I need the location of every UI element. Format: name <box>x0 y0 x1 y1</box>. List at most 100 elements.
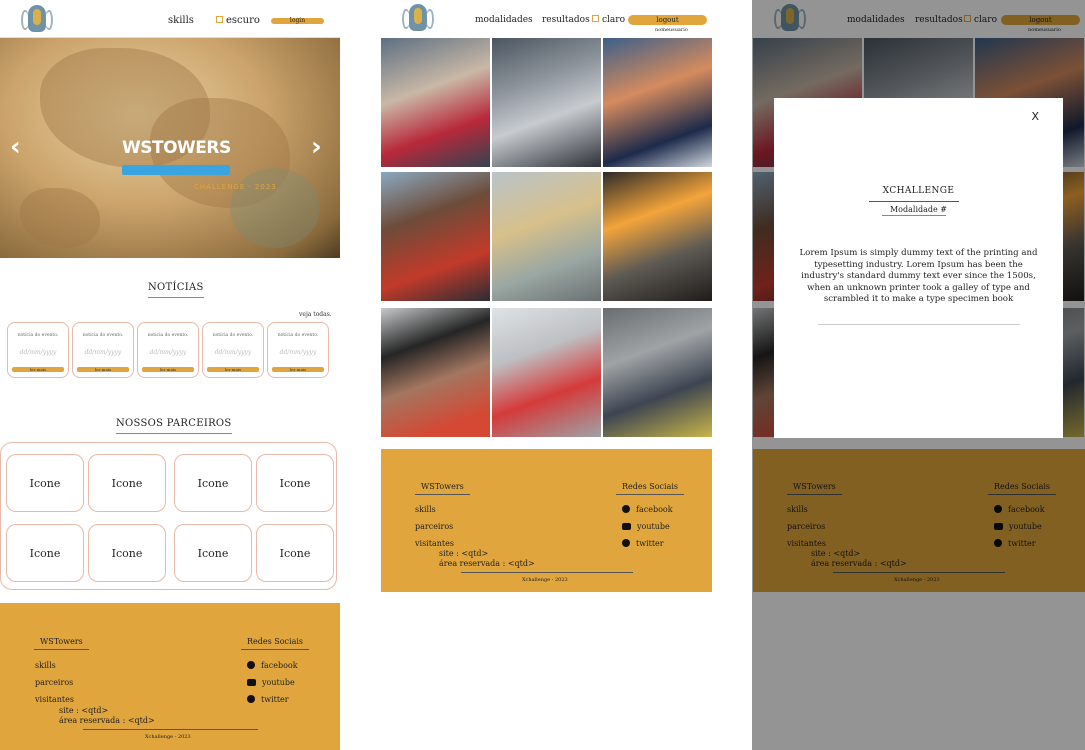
read-more-button[interactable]: ler mais <box>272 367 324 372</box>
footer-social-title: Redes Sociais <box>241 637 310 650</box>
partner-icon-card[interactable]: Icone <box>174 524 252 582</box>
modal-title-underline <box>869 201 959 202</box>
read-more-button[interactable]: ler mais <box>207 367 259 372</box>
gallery-photo[interactable] <box>492 172 601 301</box>
hero-carousel: ‹ › WSTOWERS CHALLENGE · 2023 <box>0 38 340 258</box>
partner-icon-card[interactable]: Icone <box>6 454 84 512</box>
logo-icon[interactable] <box>21 4 53 34</box>
partners-title: NOSSOS PARCEIROS <box>116 418 232 434</box>
theme-toggle[interactable]: claro <box>592 15 625 25</box>
footer-link-parceiros[interactable]: parceiros <box>35 678 73 687</box>
social-twitter-label: twitter <box>261 695 289 704</box>
social-facebook-label: facebook <box>636 505 673 514</box>
modality-modal: X XCHALLENGE Modalidade # Lorem Ipsum is… <box>774 98 1063 438</box>
visitor-count-reserved: área reservada : <qtd> <box>59 716 155 725</box>
facebook-icon <box>247 661 255 669</box>
twitter-icon <box>247 695 255 703</box>
nav-skills[interactable]: skills <box>168 15 194 26</box>
news-card-date: dd/mm/yyyy <box>279 349 317 356</box>
read-more-button[interactable]: ler mais <box>12 367 64 372</box>
footer-link-skills[interactable]: skills <box>35 661 56 670</box>
news-card-date: dd/mm/yyyy <box>149 349 187 356</box>
news-card: notícia do evento. dd/mm/yyyy ler mais <box>7 322 69 378</box>
social-facebook-label: facebook <box>261 661 298 670</box>
partner-icon-card[interactable]: Icone <box>256 454 334 512</box>
gallery-photo[interactable] <box>492 308 601 437</box>
chevron-left-icon[interactable]: ‹ <box>10 132 21 162</box>
carousel-banner-bar <box>122 165 230 175</box>
gallery-photo[interactable] <box>381 308 490 437</box>
modal-title: XCHALLENGE <box>882 186 955 196</box>
read-more-button[interactable]: ler mais <box>77 367 129 372</box>
theme-toggle[interactable]: escuro <box>216 15 260 26</box>
footer-copyright: Xchallenge - 2023 <box>145 734 191 740</box>
visitor-count-reserved: área reservada : <qtd> <box>439 559 535 568</box>
gallery-photo[interactable] <box>603 172 712 301</box>
footer-link-visitantes[interactable]: visitantes <box>415 539 454 548</box>
theme-toggle-label: escuro <box>226 15 260 26</box>
login-button[interactable]: login <box>271 18 324 24</box>
gallery-photo[interactable] <box>381 38 490 167</box>
social-twitter[interactable]: twitter <box>622 539 664 548</box>
nav-resultados[interactable]: resultados <box>542 15 590 25</box>
partner-icon-card[interactable]: Icone <box>88 454 166 512</box>
see-all-news-link[interactable]: veja todas. <box>299 311 332 318</box>
footer-copyright: Xchallenge - 2023 <box>522 577 568 583</box>
social-twitter-label: twitter <box>636 539 664 548</box>
social-twitter[interactable]: twitter <box>247 695 289 704</box>
youtube-icon <box>247 679 256 686</box>
footer: WSTowers Redes Sociais skills parceiros … <box>381 449 712 592</box>
chevron-right-icon[interactable]: › <box>311 132 322 162</box>
visitor-count-site: site : <qtd> <box>439 549 489 558</box>
news-card: notícia do evento. dd/mm/yyyy ler mais <box>137 322 199 378</box>
social-facebook[interactable]: facebook <box>622 505 673 514</box>
modal-description: Lorem Ipsum is simply dummy text of the … <box>799 248 1038 304</box>
facebook-icon <box>622 505 630 513</box>
home-page-panel: skills escuro login ‹ › WSTOWERS CHALLEN… <box>0 0 340 750</box>
footer-brand: WSTowers <box>415 482 470 495</box>
logo-icon[interactable] <box>402 3 434 33</box>
news-card-date: dd/mm/yyyy <box>19 349 57 356</box>
news-title: NOTÍCIAS <box>148 282 204 298</box>
news-card: notícia do evento. dd/mm/yyyy ler mais <box>202 322 264 378</box>
modal-subtitle-underline <box>882 215 946 216</box>
news-card: notícia do evento. dd/mm/yyyy ler mais <box>267 322 329 378</box>
partner-icon-card[interactable]: Icone <box>88 524 166 582</box>
footer-link-skills[interactable]: skills <box>415 505 436 514</box>
modal-divider <box>818 324 1020 325</box>
logout-button[interactable]: logout <box>628 15 707 25</box>
partner-icon-card[interactable]: Icone <box>174 454 252 512</box>
partners-container: Icone Icone Icone Icone Icone Icone Icon… <box>0 442 337 590</box>
close-icon[interactable]: X <box>1031 110 1039 123</box>
footer-divider <box>461 572 633 573</box>
carousel-subtitle: CHALLENGE · 2023 <box>194 183 277 191</box>
social-youtube[interactable]: youtube <box>622 522 670 531</box>
footer-social-title: Redes Sociais <box>616 482 685 495</box>
checkbox-icon[interactable] <box>216 16 223 23</box>
footer-link-parceiros[interactable]: parceiros <box>415 522 453 531</box>
checkbox-icon[interactable] <box>592 15 599 22</box>
social-youtube-label: youtube <box>262 678 295 687</box>
news-card-title: notícia do evento. <box>17 333 59 338</box>
partner-icon-card[interactable]: Icone <box>6 524 84 582</box>
gallery-photo[interactable] <box>492 38 601 167</box>
gallery-photo[interactable] <box>603 308 712 437</box>
visitor-count-site: site : <qtd> <box>59 706 109 715</box>
header: skills escuro login <box>0 0 340 38</box>
news-card-date: dd/mm/yyyy <box>214 349 252 356</box>
twitter-icon <box>622 539 630 547</box>
social-youtube[interactable]: youtube <box>247 678 295 687</box>
social-facebook[interactable]: facebook <box>247 661 298 670</box>
footer-link-visitantes[interactable]: visitantes <box>35 695 74 704</box>
news-card-title: notícia do evento. <box>277 333 319 338</box>
news-card-date: dd/mm/yyyy <box>84 349 122 356</box>
gallery-photo[interactable] <box>381 172 490 301</box>
partner-icon-card[interactable]: Icone <box>256 524 334 582</box>
gallery-photo[interactable] <box>603 38 712 167</box>
username-label: nomeusuario <box>655 27 688 33</box>
news-card-title: notícia do evento. <box>147 333 189 338</box>
read-more-button[interactable]: ler mais <box>142 367 194 372</box>
theme-toggle-label: claro <box>602 15 626 25</box>
gallery-page-panel: modalidades resultados claro logout nome… <box>380 0 713 750</box>
nav-modalidades[interactable]: modalidades <box>475 15 533 25</box>
